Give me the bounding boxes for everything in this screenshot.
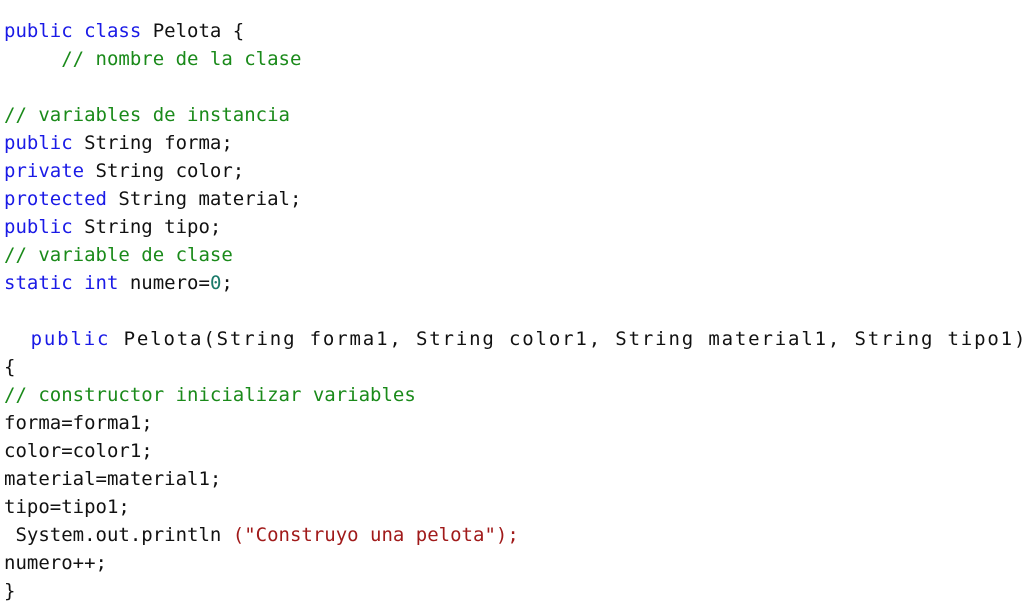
code-token-plain: String color; (84, 160, 245, 182)
code-line: tipo=tipo1; (4, 493, 1032, 521)
code-token-keyword: protected (4, 188, 107, 210)
code-line: forma=forma1; (4, 409, 1032, 437)
code-token-plain: String forma; (72, 132, 233, 154)
code-token-plain: numero++; (4, 552, 107, 574)
code-line: // variables de instancia (4, 101, 1032, 129)
code-line: // constructor inicializar variables (4, 381, 1032, 409)
code-line: } (4, 577, 1032, 605)
code-token-keyword: public (30, 328, 111, 350)
code-token-plain: tipo=tipo1; (4, 496, 130, 518)
code-token-comment: // variables de instancia (4, 104, 290, 126)
code-line: numero++; (4, 549, 1032, 577)
code-token-string: ("Construyo una pelota"); (232, 524, 519, 546)
code-token-keyword: static (4, 272, 73, 294)
code-line: material=material1; (4, 465, 1032, 493)
code-token-plain: String tipo; (72, 216, 222, 238)
code-token-plain: Pelota { (141, 20, 245, 42)
code-line: public Pelota(String forma1, String colo… (4, 325, 1032, 353)
code-token-plain: String material; (106, 188, 302, 210)
code-token-plain: material=material1; (4, 468, 222, 490)
code-line: static int numero=0; (4, 269, 1032, 297)
code-line: private String color; (4, 157, 1032, 185)
code-token-plain: Pelota(String forma1, String color1, Str… (110, 328, 1028, 350)
code-line: System.out.println ("Construyo una pelot… (4, 521, 1032, 549)
code-line: public String tipo; (4, 213, 1032, 241)
code-line: { (4, 353, 1032, 381)
code-line: color=color1; (4, 437, 1032, 465)
code-token-number: 0 (209, 272, 222, 294)
code-screenshot: public class Pelota { // nombre de la cl… (0, 0, 1032, 612)
code-token-comment: // nombre de la clase (61, 48, 302, 70)
code-token-plain: forma=forma1; (4, 412, 153, 434)
code-listing[interactable]: public class Pelota { // nombre de la cl… (0, 13, 1032, 605)
code-token-plain: } (4, 580, 16, 602)
code-token-plain: numero= (118, 272, 210, 294)
code-token-keyword: public (4, 20, 73, 42)
code-token-keyword: class (84, 20, 142, 42)
code-token-plain: ; (221, 272, 233, 294)
code-token-keyword: private (4, 160, 85, 182)
code-line: // variable de clase (4, 241, 1032, 269)
code-token-keyword: public (4, 216, 73, 238)
code-token-plain: { (4, 356, 16, 378)
code-line: // nombre de la clase (4, 45, 1032, 73)
code-line: public String forma; (4, 129, 1032, 157)
code-token-keyword: public (4, 132, 73, 154)
code-line: protected String material; (4, 185, 1032, 213)
code-token-plain: color=color1; (4, 440, 153, 462)
code-token-keyword: int (84, 272, 119, 294)
code-token-comment: // variable de clase (4, 244, 233, 266)
code-token-comment: // constructor inicializar variables (4, 384, 416, 406)
code-token-plain: System.out.println (4, 524, 233, 546)
code-line: public class Pelota { (4, 17, 1032, 45)
